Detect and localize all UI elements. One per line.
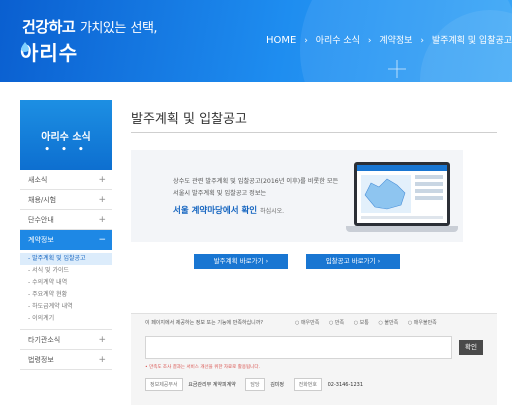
survey-question: 이 페이지에서 제공하는 정보 또는 기능에 만족하십니까? <box>145 320 263 326</box>
info-label: 담당 <box>245 378 265 391</box>
submenu-item[interactable]: - 하도급계약 내역 <box>20 301 112 313</box>
radio-label: 불만족 <box>384 320 399 326</box>
plus-icon: + <box>98 355 106 365</box>
chevron-right-icon: › <box>420 36 424 46</box>
slogan-word: 건강하고 <box>22 18 76 36</box>
survey-options: ○ 매우만족 ○ 만족 ○ 보통 ○ 불만족 ○ 매우불만족 <box>295 319 445 326</box>
slogan-word: 선택, <box>130 21 158 36</box>
sidebar-item-other-agencies[interactable]: 타기관소식 + <box>20 330 112 350</box>
sidebar-item-laws[interactable]: 법령정보 + <box>20 350 112 370</box>
sidebar-item-label: 계약정보 <box>28 236 54 244</box>
submenu-label: 하도급계약 내역 <box>32 303 73 310</box>
intro-text: 상수도 관련 발주계획 및 입찰공고(2016년 이후)를 비롯한 모든 <box>173 178 339 185</box>
title-divider <box>131 132 497 133</box>
chevron-right-icon: › <box>367 36 372 46</box>
info-value: 김미정 <box>270 382 284 388</box>
submenu-item[interactable]: - 주요계약 현황 <box>20 289 112 301</box>
sidebar-item-label: 타기관소식 <box>28 336 61 344</box>
satisfaction-survey: 이 페이지에서 제공하는 정보 또는 기능에 만족하십니까? ○ 매우만족 ○ … <box>131 313 497 405</box>
screen-content <box>357 165 447 223</box>
bid-notice-button[interactable]: 입찰공고 바로가기 › <box>306 254 400 269</box>
intro-text: 서울시 발주계획 및 입찰공고 정보는 <box>173 190 267 197</box>
radio-option[interactable]: ○ 만족 <box>329 320 348 326</box>
radio-label: 보통 <box>359 320 369 326</box>
radio-label: 매우불만족 <box>413 320 437 326</box>
sidebar-submenu: - 발주계획 및 입찰공고 - 서식 및 가이드 - 수의계약 내역 - 주요계… <box>20 250 112 330</box>
sidebar-item-label: 단수안내 <box>28 216 54 224</box>
submenu-item[interactable]: - 서식 및 가이드 <box>20 265 112 277</box>
water-drop-icon <box>21 42 29 52</box>
sparkle-icon <box>388 60 406 78</box>
radio-label: 매우만족 <box>300 320 320 326</box>
chevron-right-icon: › <box>304 36 308 46</box>
radio-option[interactable]: ○ 매우만족 <box>295 320 323 326</box>
department-info: 정보제공부서 요금관리부 계약피계약 담당 김미정 전화번호 02-3146-1… <box>145 378 371 391</box>
radio-option[interactable]: ○ 보통 <box>354 320 373 326</box>
info-value: 02-3146-1231 <box>327 381 364 388</box>
sidebar-title: 아리수 소식 <box>41 132 91 143</box>
sidebar-item-news[interactable]: 새소식 + <box>20 170 112 190</box>
plus-icon: + <box>98 215 106 225</box>
sidebar-item-label: 법령정보 <box>28 356 54 364</box>
page-title: 발주계획 및 입찰공고 <box>131 112 247 127</box>
sidebar: 아리수 소식 • • • 새소식 + 채용/시험 + 단수안내 + 계약정보 −… <box>20 100 112 370</box>
sidebar-item-label: 새소식 <box>28 176 48 184</box>
submenu-label: 수의계약 내역 <box>32 279 68 286</box>
sidebar-item-contracts[interactable]: 계약정보 − <box>20 230 112 250</box>
survey-comment-input[interactable] <box>145 336 452 359</box>
plus-icon: + <box>98 175 106 185</box>
submenu-item[interactable]: - 이의계기 <box>20 313 112 325</box>
radio-label: 만족 <box>334 320 345 326</box>
map-preview-image <box>357 165 447 219</box>
survey-notice: • 만족도 조사 결과는 서비스 개선을 위한 자료로 활용됩니다. <box>145 365 260 370</box>
info-label: 정보제공부서 <box>145 378 183 391</box>
laptop-illustration <box>346 162 458 234</box>
survey-submit-button[interactable]: 확인 <box>459 340 483 355</box>
laptop-base <box>346 226 458 232</box>
info-label: 전화번호 <box>293 378 322 391</box>
breadcrumb-home[interactable]: HOME <box>266 35 296 46</box>
intro-highlight: 서울 계약마당에서 확인 하십시오. <box>173 204 284 216</box>
breadcrumb: HOME › 아리수 소식 › 계약정보 › 발주계획 및 입찰공고 <box>266 33 512 46</box>
header-slogan: 건강하고 가치있는 선택, <box>22 16 158 37</box>
minus-icon: − <box>98 235 106 245</box>
slogan-word: 가치있는 <box>79 21 126 36</box>
breadcrumb-item[interactable]: 발주계획 및 입찰공고 <box>432 33 512 46</box>
radio-option[interactable]: ○ 불만족 <box>378 320 402 326</box>
submenu-label: 이의계기 <box>32 315 55 322</box>
submenu-label: 발주계획 및 입찰공고 <box>32 255 86 262</box>
intro-suffix: 하십시오. <box>260 208 285 215</box>
breadcrumb-item[interactable]: 계약정보 <box>379 33 412 46</box>
submenu-label: 서식 및 가이드 <box>32 267 70 274</box>
plus-icon: + <box>98 195 106 205</box>
intro-highlight-text: 서울 계약마당에서 확인 <box>173 206 258 216</box>
laptop-screen <box>354 162 450 226</box>
submenu-item-bid-notice[interactable]: - 발주계획 및 입찰공고 <box>20 253 112 265</box>
sidebar-dots: • • • <box>44 145 88 155</box>
info-value: 요금관리부 계약피계약 <box>188 382 236 388</box>
submenu-label: 주요계약 현황 <box>32 291 68 298</box>
submenu-item[interactable]: - 수의계약 내역 <box>20 277 112 289</box>
radio-option[interactable]: ○ 매우불만족 <box>408 320 441 326</box>
sidebar-item-recruit[interactable]: 채용/시험 + <box>20 190 112 210</box>
plus-icon: + <box>98 335 106 345</box>
sidebar-item-outage[interactable]: 단수안내 + <box>20 210 112 230</box>
header-banner: 건강하고 가치있는 선택, 아리수 HOME › 아리수 소식 › 계약정보 ›… <box>0 0 512 82</box>
sidebar-item-label: 채용/시험 <box>28 196 57 204</box>
sidebar-header: 아리수 소식 • • • <box>20 100 112 170</box>
intro-box: 상수도 관련 발주계획 및 입찰공고(2016년 이후)를 비롯한 모든 서울시… <box>131 150 463 242</box>
breadcrumb-item[interactable]: 아리수 소식 <box>316 33 360 46</box>
procurement-plan-button[interactable]: 발주계획 바로가기 › <box>194 254 288 269</box>
